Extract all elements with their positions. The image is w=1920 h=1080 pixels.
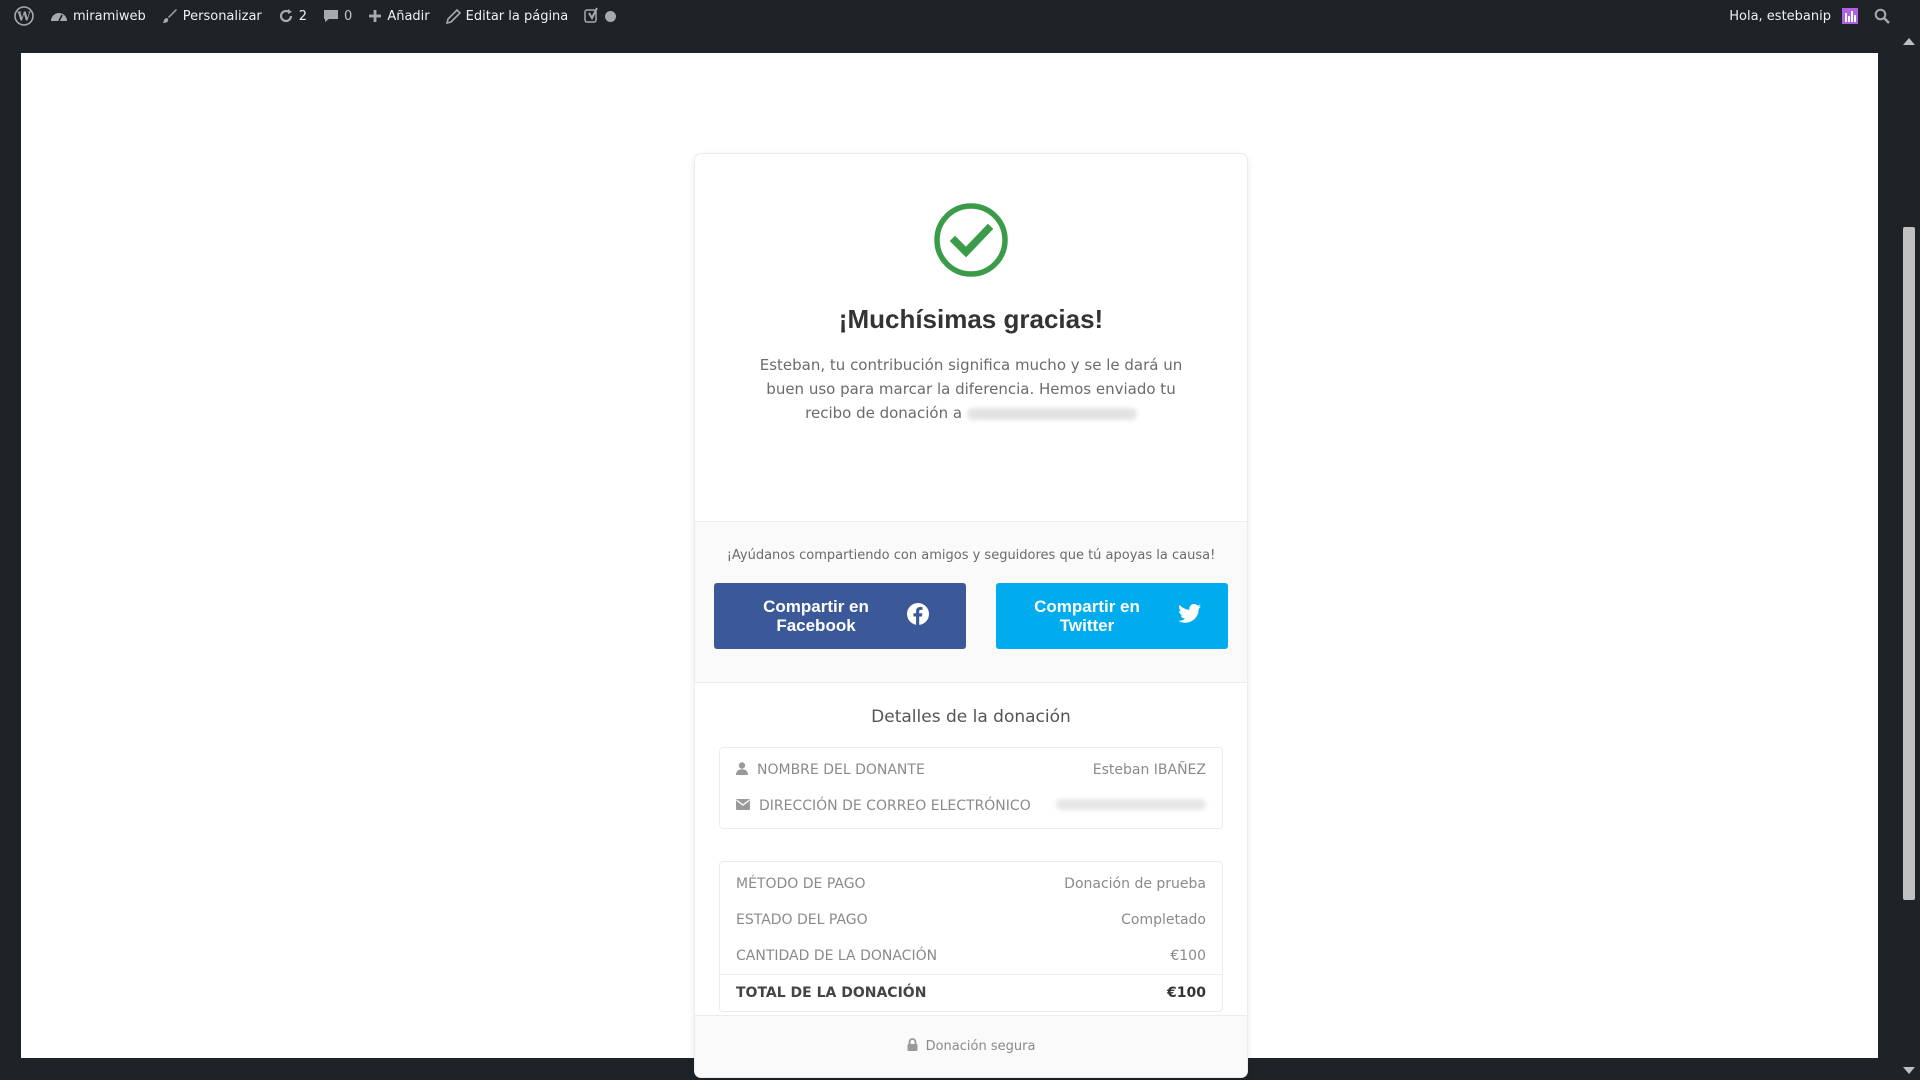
customize-label: Personalizar <box>182 8 262 24</box>
scroll-thumb[interactable] <box>1903 227 1915 900</box>
avatar <box>1842 8 1858 24</box>
brush-icon <box>162 8 178 24</box>
donation-total-row: TOTAL DE LA DONACIÓN €100 <box>720 974 1222 1011</box>
comments-count: 0 <box>344 8 353 24</box>
donation-amount-label: CANTIDAD DE LA DONACIÓN <box>736 948 938 964</box>
lock-icon <box>907 1038 918 1055</box>
donation-total-label: TOTAL DE LA DONACIÓN <box>736 985 927 1001</box>
donor-email-label: DIRECCIÓN DE CORREO ELECTRÓNICO <box>759 798 1031 814</box>
wordpress-icon: W <box>14 6 34 26</box>
details-title: Detalles de la donación <box>871 707 1071 727</box>
comments-link[interactable]: 0 <box>315 0 360 32</box>
comment-icon <box>323 8 339 24</box>
share-facebook-button[interactable]: Compartir en Facebook <box>714 583 966 649</box>
payment-method-label: MÉTODO DE PAGO <box>736 876 866 892</box>
donation-amount-row: CANTIDAD DE LA DONACIÓN €100 <box>720 938 1222 974</box>
share-hint: ¡Ayúdanos compartiendo con amigos y segu… <box>726 548 1216 563</box>
secure-donation-label: Donación segura <box>925 1039 1036 1054</box>
donor-name-value: Esteban IBAÑEZ <box>1092 762 1206 778</box>
donor-info-box: NOMBRE DEL DONANTE Esteban IBAÑEZ DIRECC… <box>719 747 1223 829</box>
donation-receipt-card: ¡Muchísimas gracias! Esteban, tu contrib… <box>695 154 1247 1077</box>
admin-bar: W miramiweb Personalizar 2 0 Añadir Edit… <box>0 0 1920 32</box>
payment-status-label: ESTADO DEL PAGO <box>736 912 868 928</box>
share-twitter-label: Compartir en Twitter <box>1034 597 1140 635</box>
share-twitter-button[interactable]: Compartir en Twitter <box>996 583 1228 649</box>
donor-email-value <box>1056 798 1206 814</box>
thank-you-title: ¡Muchísimas gracias! <box>838 304 1104 334</box>
payment-method-row: MÉTODO DE PAGO Donación de prueba <box>720 866 1222 902</box>
edit-page-link[interactable]: Editar la página <box>438 0 577 32</box>
payment-method-value: Donación de prueba <box>1064 876 1206 892</box>
user-icon <box>736 761 748 779</box>
dashboard-icon <box>50 8 68 24</box>
updates-count: 2 <box>298 8 308 24</box>
yoast-seo-button[interactable] <box>576 0 624 32</box>
search-button[interactable] <box>1866 0 1898 32</box>
thank-you-message: Esteban, tu contribución significa mucho… <box>751 353 1191 425</box>
secure-donation-footer: Donación segura <box>695 1015 1247 1077</box>
twitter-icon <box>1178 604 1202 628</box>
add-new-link[interactable]: Añadir <box>360 0 437 32</box>
redacted-email-2 <box>1056 799 1206 810</box>
site-name: miramiweb <box>73 8 146 24</box>
updates-link[interactable]: 2 <box>270 0 315 32</box>
share-buttons: Compartir en Facebook Compartir en Twitt… <box>695 563 1247 649</box>
updates-icon <box>278 8 294 24</box>
payment-status-row: ESTADO DEL PAGO Completado <box>720 902 1222 938</box>
donor-email-label-group: DIRECCIÓN DE CORREO ELECTRÓNICO <box>736 798 1031 814</box>
site-name-link[interactable]: miramiweb <box>42 0 154 32</box>
wordpress-logo-button[interactable]: W <box>6 0 42 32</box>
edit-page-label: Editar la página <box>465 8 569 24</box>
pencil-icon <box>445 8 461 24</box>
search-icon <box>1874 8 1890 24</box>
seo-status-dot <box>605 10 617 22</box>
payment-info-box: MÉTODO DE PAGO Donación de prueba ESTADO… <box>719 861 1223 1012</box>
share-section: ¡Ayúdanos compartiendo con amigos y segu… <box>695 522 1247 683</box>
yoast-icon <box>584 7 600 25</box>
scroll-up-arrow-icon[interactable] <box>1903 38 1915 45</box>
donor-name-row: NOMBRE DEL DONANTE Esteban IBAÑEZ <box>720 752 1222 788</box>
payment-status-value: Completado <box>1121 912 1206 928</box>
scroll-down-arrow-icon[interactable] <box>1903 1067 1915 1074</box>
redacted-email <box>966 407 1137 420</box>
share-facebook-label: Compartir en Facebook <box>763 597 869 635</box>
page-scrollbar[interactable] <box>1898 32 1920 1080</box>
donation-amount-value: €100 <box>1170 948 1206 964</box>
plus-icon <box>368 9 382 23</box>
donor-name-label: NOMBRE DEL DONANTE <box>757 762 925 778</box>
donor-name-label-group: NOMBRE DEL DONANTE <box>736 761 925 779</box>
customize-link[interactable]: Personalizar <box>154 0 270 32</box>
greeting-label: Hola, estebanip <box>1729 8 1831 24</box>
page-content: ¡Muchísimas gracias! Esteban, tu contrib… <box>21 53 1878 1077</box>
donation-details: Detalles de la donación NOMBRE DEL DONAN… <box>695 683 1247 1012</box>
receipt-header: ¡Muchísimas gracias! Esteban, tu contrib… <box>695 202 1247 522</box>
facebook-icon <box>907 603 929 629</box>
add-new-label: Añadir <box>387 8 430 24</box>
donation-total-value: €100 <box>1167 985 1206 1001</box>
success-check-icon <box>934 203 1008 277</box>
envelope-icon <box>736 798 750 814</box>
svg-text:W: W <box>16 10 31 24</box>
user-account-menu[interactable]: Hola, estebanip <box>1721 0 1866 32</box>
donor-email-row: DIRECCIÓN DE CORREO ELECTRÓNICO <box>720 788 1222 824</box>
